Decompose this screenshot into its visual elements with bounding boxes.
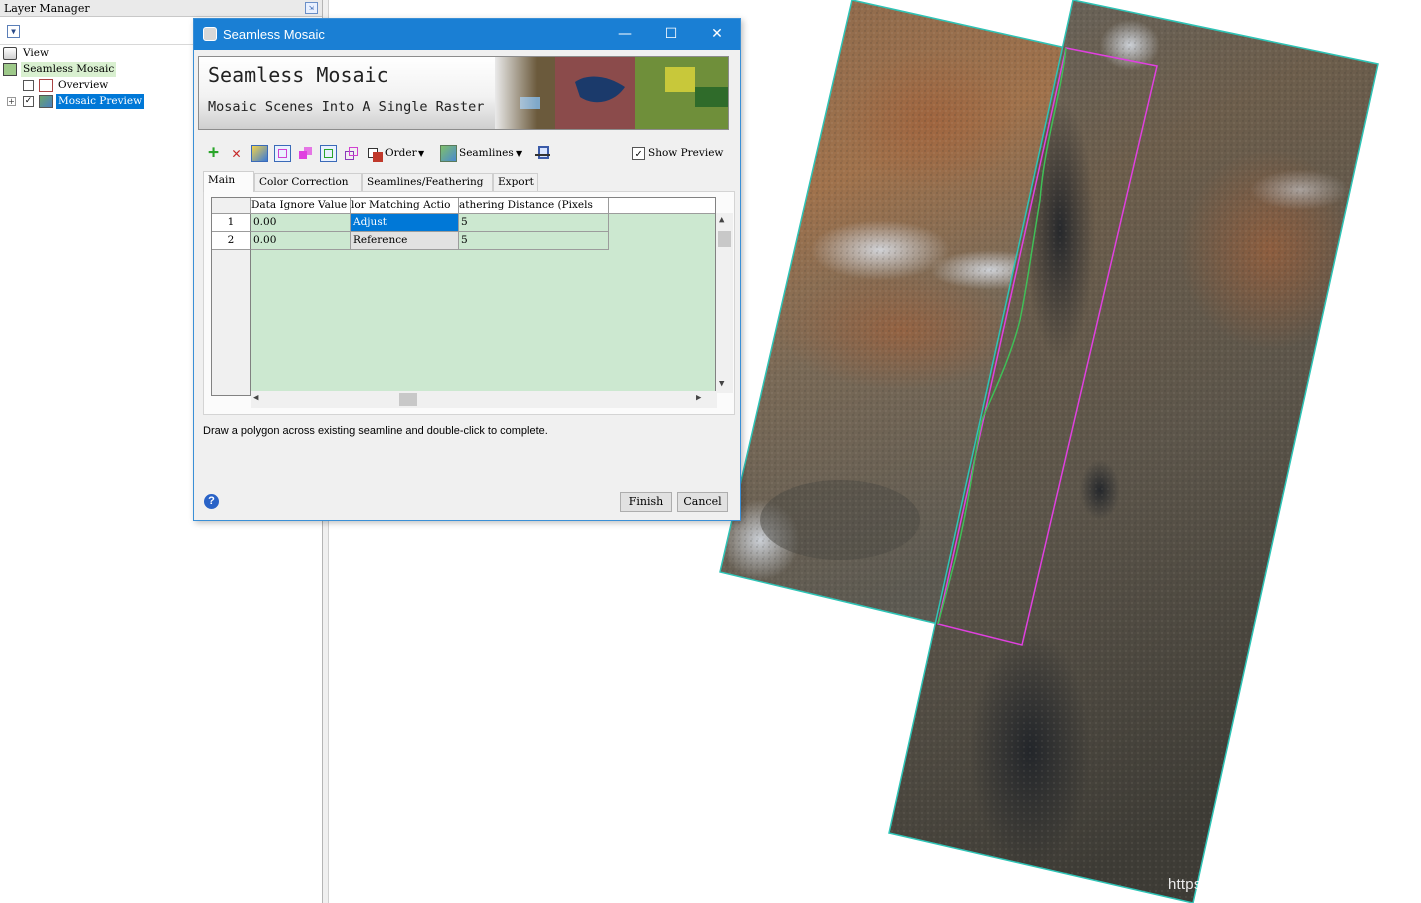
status-message: Draw a polygon across existing seamline …: [203, 425, 548, 437]
order-icon[interactable]: [367, 145, 384, 162]
tab-color-correction[interactable]: Color Correction: [254, 173, 362, 191]
dialog-toolbar: + ✕ Order ▼ Seamlines ▼ ✓ Show Preview: [203, 143, 733, 165]
horizontal-scroll-thumb[interactable]: [399, 393, 417, 406]
minimize-button[interactable]: —: [602, 19, 648, 50]
finish-button[interactable]: Finish: [620, 492, 672, 512]
watermark-url: https://blog.csdn.net/qq_46071146: [1168, 876, 1404, 893]
close-button[interactable]: ✕: [694, 19, 740, 50]
table-corner: [212, 198, 251, 214]
add-scenes-icon[interactable]: +: [205, 144, 222, 162]
mosaic-preview-checkbox[interactable]: ✓: [23, 96, 34, 107]
overview-layer-icon: [39, 79, 53, 92]
help-icon[interactable]: ?: [204, 494, 219, 509]
chevron-down-icon[interactable]: ▼: [7, 25, 20, 38]
vertical-scrollbar[interactable]: ▲ ▼: [716, 213, 733, 393]
table-cell-feather[interactable]: 5: [459, 232, 609, 250]
tree-item-view[interactable]: View: [0, 46, 200, 61]
column-header-feathering-distance[interactable]: athering Distance (Pixels: [459, 198, 609, 214]
scroll-left-icon[interactable]: ◀: [253, 393, 258, 403]
view-icon: [3, 47, 17, 60]
remove-scenes-icon[interactable]: ✕: [228, 145, 245, 162]
tree-item-seamless-mosaic[interactable]: Seamless Mosaic: [0, 62, 200, 77]
pin-icon[interactable]: ⇲: [305, 2, 318, 14]
expand-icon[interactable]: +: [7, 97, 16, 106]
column-header-data-ignore-value[interactable]: Data Ignore Value: [251, 198, 351, 214]
table-cell-feather[interactable]: 5: [459, 214, 609, 232]
table-cell-ignore[interactable]: 0.00: [251, 214, 351, 232]
table-cell-action[interactable]: Reference: [351, 232, 459, 250]
select-preview-icon[interactable]: [274, 145, 291, 162]
scroll-right-icon[interactable]: ▶: [696, 393, 701, 403]
show-footprint-icon[interactable]: [320, 145, 337, 162]
app-icon: [203, 27, 217, 41]
dialog-banner: Seamless Mosaic Mosaic Scenes Into A Sin…: [198, 56, 729, 130]
maximize-button[interactable]: ☐: [648, 19, 694, 50]
tab-export[interactable]: Export: [493, 173, 538, 191]
horizontal-scrollbar[interactable]: ◀ ▶: [251, 391, 717, 408]
show-preview-checkbox[interactable]: ✓: [632, 147, 645, 160]
order-menu-button[interactable]: Order: [385, 147, 417, 159]
crop-icon[interactable]: [535, 145, 552, 162]
dialog-title: Seamless Mosaic: [223, 27, 325, 42]
vertical-scroll-thumb[interactable]: [718, 231, 731, 247]
tab-strip: Main Color Correction Seamlines/Featheri…: [203, 171, 733, 192]
tab-main[interactable]: Main: [203, 171, 254, 192]
dialog-titlebar[interactable]: Seamless Mosaic — ☐ ✕: [194, 19, 740, 50]
tree-item-overview[interactable]: Overview: [0, 78, 200, 93]
overview-checkbox[interactable]: [23, 80, 34, 91]
scene-table: Data Ignore Value lor Matching Actio ath…: [211, 197, 716, 396]
seamlines-menu-button[interactable]: Seamlines: [459, 147, 514, 159]
banner-image: [495, 57, 728, 129]
scroll-down-icon[interactable]: ▼: [719, 379, 724, 389]
scroll-up-icon[interactable]: ▲: [719, 215, 724, 225]
banner-subtitle: Mosaic Scenes Into A Single Raster: [208, 99, 485, 115]
row-header[interactable]: 2: [212, 232, 251, 250]
table-cell-ignore[interactable]: 0.00: [251, 232, 351, 250]
banner-title: Seamless Mosaic: [208, 63, 389, 87]
main-tab-panel: Data Ignore Value lor Matching Actio ath…: [203, 191, 735, 415]
seamlines-dropdown-icon[interactable]: ▼: [516, 149, 522, 158]
layer-manager-title: Layer Manager: [0, 0, 322, 17]
preview-layers-icon[interactable]: [343, 145, 360, 162]
column-header-color-matching-action[interactable]: lor Matching Actio: [351, 198, 459, 214]
seamlines-icon[interactable]: [440, 145, 457, 162]
cancel-button[interactable]: Cancel: [677, 492, 728, 512]
seamless-mosaic-dialog: Seamless Mosaic — ☐ ✕ Seamless Mosaic Mo…: [193, 18, 741, 521]
select-footprint-icon[interactable]: [251, 145, 268, 162]
column-header-filler: [609, 198, 715, 214]
tree-item-mosaic-preview[interactable]: + ✓ Mosaic Preview: [0, 94, 200, 109]
raster-layer-icon: [39, 95, 53, 108]
order-dropdown-icon[interactable]: ▼: [418, 149, 424, 158]
row-header[interactable]: 1: [212, 214, 251, 232]
show-seamlines-icon[interactable]: [297, 145, 314, 162]
show-preview-label: Show Preview: [648, 147, 724, 159]
mosaic-pencil-icon: [3, 63, 17, 76]
table-cell-action-selected[interactable]: Adjust: [351, 214, 459, 232]
tab-seamlines-feathering[interactable]: Seamlines/Feathering: [362, 173, 493, 191]
